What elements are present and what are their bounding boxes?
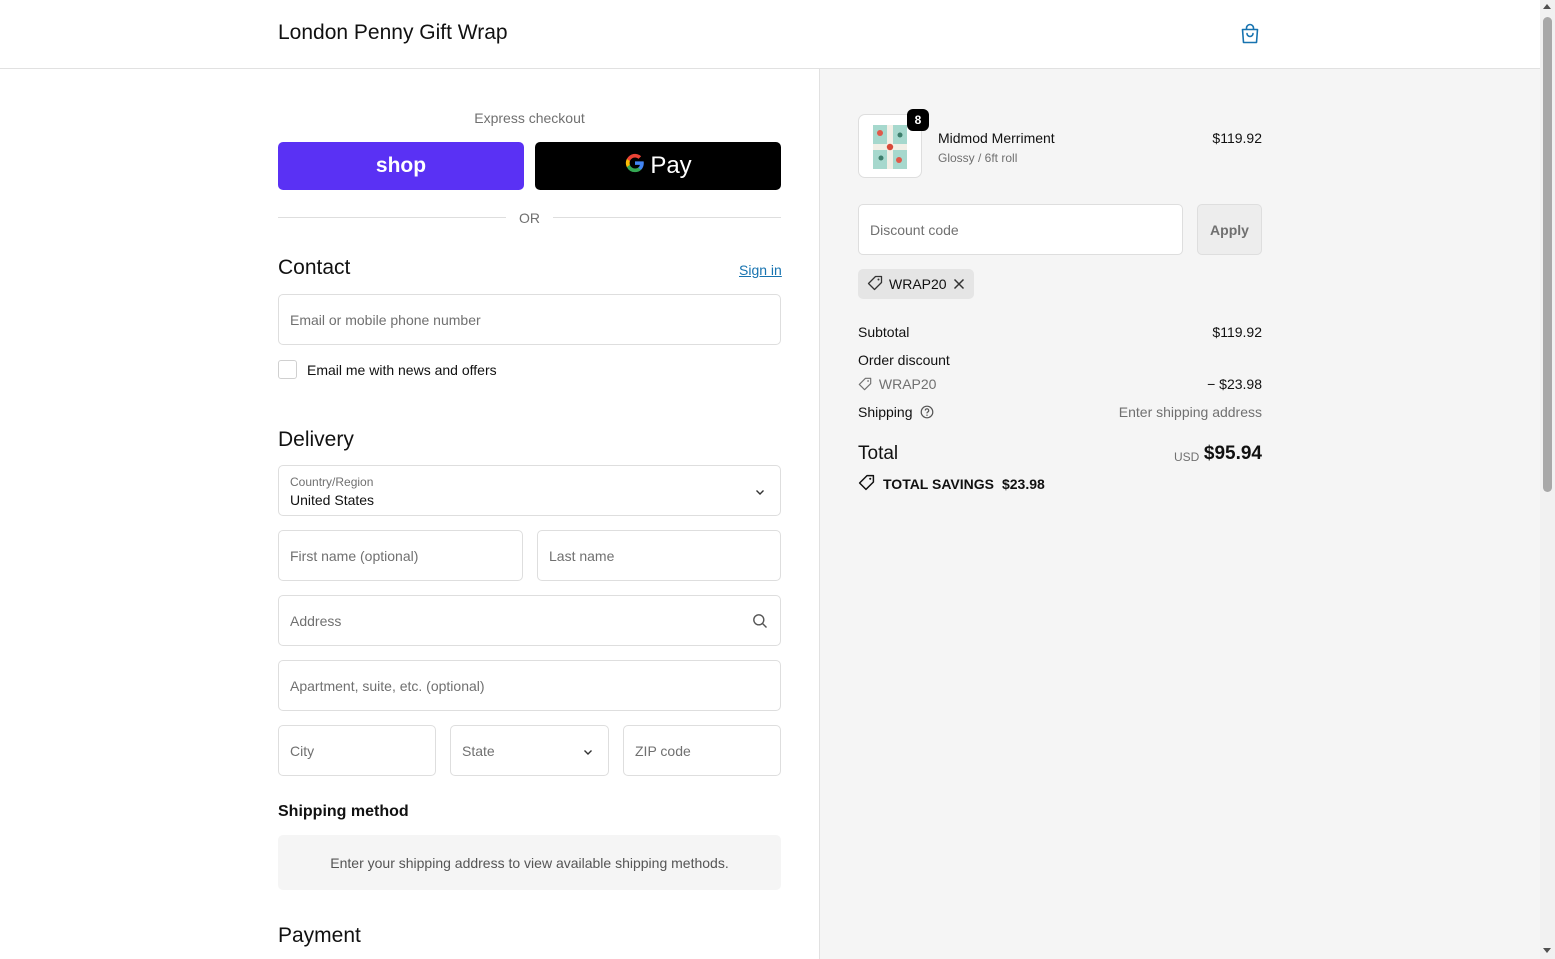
- discount-code-input[interactable]: [870, 221, 1182, 238]
- delivery-title: Delivery: [278, 428, 354, 451]
- or-text: OR: [519, 210, 540, 226]
- payment-title: Payment: [278, 924, 361, 947]
- express-checkout-label: Express checkout: [474, 110, 585, 126]
- shop-pay-button[interactable]: shop: [278, 142, 524, 190]
- shipping-value: Enter shipping address: [1118, 404, 1262, 420]
- apartment-field[interactable]: [278, 660, 781, 711]
- country-value: United States: [290, 492, 375, 508]
- subtotal-row: Subtotal $119.92: [858, 324, 1262, 340]
- email-input[interactable]: [290, 311, 780, 328]
- city-input[interactable]: [290, 742, 435, 759]
- product-price: $119.92: [1212, 130, 1262, 146]
- gift-wrap-image: [873, 125, 907, 169]
- product-name: Midmod Merriment: [938, 130, 1055, 146]
- city-field[interactable]: [278, 725, 436, 776]
- shipping-method-message: Enter your shipping address to view avai…: [278, 835, 781, 890]
- first-name-field[interactable]: [278, 530, 523, 581]
- shop-pay-label: shop: [375, 154, 427, 177]
- news-offers-row: Email me with news and offers: [278, 360, 497, 379]
- site-header: London Penny Gift Wrap: [0, 0, 1540, 69]
- address-field[interactable]: [278, 595, 781, 646]
- discount-code-row: WRAP20 − $23.98: [858, 376, 1262, 394]
- discount-code-label: WRAP20: [878, 376, 937, 392]
- scroll-up-arrow-icon[interactable]: [1543, 4, 1551, 9]
- scroll-down-arrow-icon[interactable]: [1543, 948, 1551, 953]
- contact-title: Contact: [278, 256, 351, 279]
- subtotal-value: $119.92: [1212, 324, 1262, 340]
- savings-value: $23.98: [1001, 476, 1045, 492]
- country-label: Country/Region: [290, 475, 374, 489]
- zip-field[interactable]: [623, 725, 781, 776]
- discount-value: − $23.98: [1207, 376, 1262, 392]
- last-name-input[interactable]: [549, 547, 780, 564]
- savings-tag-icon: [858, 474, 875, 494]
- chevron-down-icon: [754, 485, 766, 497]
- savings-label: TOTAL SAVINGS: [883, 476, 994, 492]
- zip-input[interactable]: [635, 742, 780, 759]
- applied-code-text: WRAP20: [889, 276, 947, 292]
- order-summary-panel: [819, 69, 1540, 959]
- tag-icon: [867, 275, 883, 294]
- store-name[interactable]: London Penny Gift Wrap: [278, 21, 508, 45]
- order-discount-row: Order discount: [858, 352, 1262, 368]
- state-placeholder: State: [462, 742, 495, 759]
- search-icon: [752, 613, 768, 632]
- sign-in-link[interactable]: Sign in: [739, 262, 782, 278]
- shipping-row: Shipping Enter shipping address: [858, 404, 1262, 422]
- news-offers-checkbox[interactable]: [278, 360, 297, 379]
- quantity-badge: 8: [907, 109, 929, 131]
- tag-icon: [858, 377, 872, 394]
- news-offers-label: Email me with news and offers: [307, 361, 497, 378]
- applied-discount-chip: WRAP20: [858, 269, 974, 299]
- shipping-method-text: Enter your shipping address to view avai…: [330, 854, 729, 871]
- total-savings: TOTAL SAVINGS $23.98: [858, 474, 1045, 494]
- apply-discount-button[interactable]: Apply: [1197, 204, 1262, 255]
- help-icon[interactable]: [920, 405, 934, 422]
- google-pay-button[interactable]: Pay: [535, 142, 781, 190]
- first-name-input[interactable]: [290, 547, 522, 564]
- email-field[interactable]: [278, 294, 781, 345]
- shipping-label: Shipping: [858, 404, 913, 420]
- or-divider: OR: [278, 209, 781, 227]
- subtotal-label: Subtotal: [858, 324, 910, 340]
- address-input[interactable]: [290, 612, 780, 629]
- total-label: Total: [858, 443, 899, 464]
- state-select[interactable]: State: [450, 725, 609, 776]
- total-currency: USD: [1174, 450, 1200, 464]
- google-g-icon: [624, 152, 646, 181]
- shopping-bag-icon[interactable]: [1238, 22, 1262, 46]
- total-amount: $95.94: [1203, 443, 1262, 464]
- order-discount-label: Order discount: [858, 352, 950, 368]
- country-select[interactable]: Country/Region United States: [278, 465, 781, 516]
- apartment-input[interactable]: [290, 677, 780, 694]
- remove-discount-icon[interactable]: [952, 277, 966, 291]
- product-variant: Glossy / 6ft roll: [938, 151, 1018, 165]
- last-name-field[interactable]: [537, 530, 781, 581]
- page-scrollbar[interactable]: [1540, 0, 1555, 959]
- divider-line: [553, 217, 781, 218]
- discount-code-field[interactable]: [858, 204, 1183, 255]
- shipping-method-title: Shipping method: [278, 803, 409, 820]
- google-pay-label: Pay: [650, 152, 692, 179]
- scrollbar-thumb[interactable]: [1543, 17, 1552, 492]
- chevron-down-icon: [582, 745, 594, 757]
